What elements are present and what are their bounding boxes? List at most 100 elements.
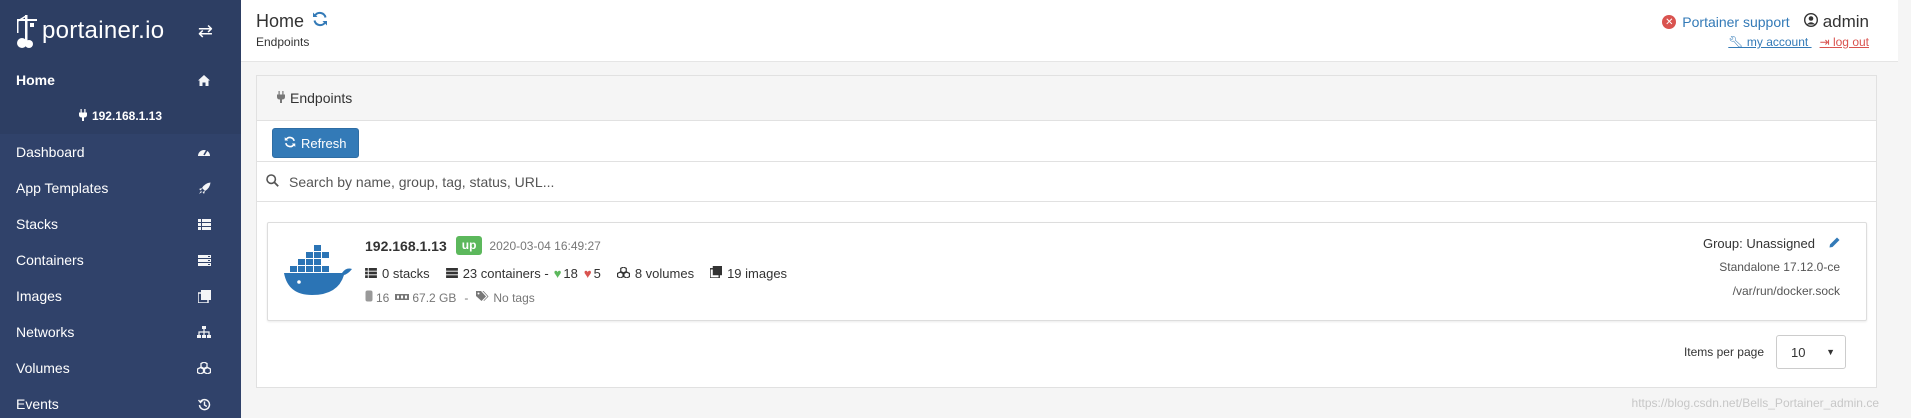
portainer-crane-icon: [17, 15, 37, 48]
endpoint-group-text: Group: Unassigned: [1702, 236, 1815, 251]
sidebar-item-label: Home: [16, 72, 55, 88]
separator: -: [464, 290, 469, 305]
heartbeat-unhealthy-icon: ♥: [583, 266, 592, 281]
tags-text: No tags: [493, 290, 535, 305]
endpoint-card[interactable]: 192.168.1.13 up 2020-03-04 16:49:27 0 st…: [267, 222, 1867, 321]
watermark: https://blog.csdn.net/Bells_Portainer_ad…: [1631, 396, 1879, 410]
refresh-label: Refresh: [301, 135, 347, 151]
log-out-label: log out: [1832, 35, 1869, 49]
list-icon: [195, 218, 213, 230]
cubes-icon: [195, 362, 213, 374]
endpoint-resources: 16 67.2 GB - No tags: [365, 290, 535, 305]
support-link[interactable]: ✕ Portainer support: [1662, 14, 1790, 30]
sidebar-item-containers[interactable]: Containers: [0, 242, 241, 278]
user-area: ✕ Portainer support admin 🔧︎ my account …: [1662, 12, 1869, 49]
portainer-logo[interactable]: portainer.io: [14, 13, 164, 49]
docker-icon: [282, 241, 354, 300]
pagination: Items per page 10 ▼: [1684, 335, 1846, 369]
server-icon: [195, 254, 213, 266]
tachometer-icon: [195, 146, 213, 158]
sidebar-item-events[interactable]: Events: [0, 386, 241, 418]
caret-down-icon: ▼: [1826, 347, 1835, 357]
swap-icon[interactable]: ⇄: [198, 21, 213, 42]
status-badge: up: [455, 236, 483, 255]
sidebar-endpoint: 192.168.1.13: [0, 98, 241, 134]
page-title: Home: [256, 11, 328, 32]
sidebar-item-networks[interactable]: Networks: [0, 314, 241, 350]
endpoint-name: 192.168.1.13: [365, 237, 447, 254]
endpoint-version: Standalone 17.12.0-ce: [1719, 260, 1840, 274]
sidebar-item-home[interactable]: Home: [0, 62, 241, 98]
volumes-stat: 8 volumes: [616, 266, 694, 281]
cpu-icon: [365, 290, 373, 305]
sidebar-item-label: Images: [16, 288, 62, 304]
cubes-icon: [616, 266, 630, 281]
action-bar: Refresh: [257, 121, 1876, 162]
items-per-page-value: 10: [1791, 344, 1806, 360]
items-per-page-select[interactable]: 10 ▼: [1776, 335, 1846, 369]
refresh-icon: [284, 136, 296, 151]
healthy-count: 18: [563, 266, 578, 281]
clone-icon: [709, 266, 723, 281]
stacks-count: 0 stacks: [382, 266, 430, 281]
log-out-link[interactable]: ⇥ log out: [1820, 35, 1869, 49]
images-stat: 19 images: [709, 266, 788, 281]
page-title-text: Home: [256, 11, 305, 31]
refresh-button[interactable]: Refresh: [272, 128, 359, 158]
page-edge: [1898, 0, 1911, 418]
tags-icon: [476, 290, 490, 305]
sidebar-item-label: Events: [16, 396, 59, 412]
page-header: Home Endpoints ✕ Portainer support admin…: [241, 0, 1911, 62]
my-account-link[interactable]: 🔧︎ my account: [1728, 35, 1811, 49]
brand-bar: portainer.io ⇄: [0, 0, 241, 62]
home-icon: [195, 74, 213, 87]
sidebar-item-label: Networks: [16, 324, 75, 340]
sidebar-item-app-templates[interactable]: App Templates: [0, 170, 241, 206]
heartbeat-healthy-icon: ♥: [553, 266, 562, 281]
images-count: 19 images: [727, 266, 788, 281]
stacks-stat: 0 stacks: [365, 266, 430, 281]
endpoint-stats: 0 stacks 23 containers - ♥ 18 ♥ 5 8 volu…: [365, 266, 803, 281]
close-circle-icon: ✕: [1662, 15, 1677, 29]
containers-stat: 23 containers - ♥ 18 ♥ 5: [445, 266, 601, 281]
panel-header: Endpoints: [257, 76, 1876, 121]
items-per-page-label: Items per page: [1683, 345, 1764, 359]
endpoint-details: Group: Unassigned Standalone 17.12.0-ce …: [1703, 236, 1840, 298]
support-label: Portainer support: [1682, 14, 1790, 30]
sidebar-item-dashboard[interactable]: Dashboard: [0, 134, 241, 170]
refresh-icon[interactable]: [312, 11, 328, 32]
plug-icon: [277, 90, 285, 106]
sidebar-item-images[interactable]: Images: [0, 278, 241, 314]
unhealthy-count: 5: [593, 266, 601, 281]
rocket-icon: [195, 182, 213, 195]
sidebar: portainer.io ⇄ Home 192.168.1.13 Dashboa…: [0, 0, 241, 418]
user-circle-icon: [1803, 12, 1818, 32]
sidebar-item-label: App Templates: [16, 180, 109, 196]
sidebar-endpoint-name: 192.168.1.13: [91, 109, 163, 123]
sidebar-item-label: Volumes: [16, 360, 70, 376]
search-input[interactable]: [289, 173, 1089, 190]
sidebar-item-label: Dashboard: [16, 144, 85, 160]
plug-icon: [78, 108, 87, 124]
endpoint-url: /var/run/docker.sock: [1732, 284, 1840, 298]
sign-out-icon: ⇥: [1819, 35, 1830, 49]
sidebar-item-volumes[interactable]: Volumes: [0, 350, 241, 386]
endpoints-panel: Endpoints Refresh Search by name, group,…: [256, 75, 1877, 388]
search-bar: [257, 162, 1876, 202]
containers-count: 23 containers -: [462, 266, 549, 281]
user-name: admin: [1803, 12, 1869, 32]
memory-icon: [395, 291, 410, 305]
sitemap-icon: [195, 326, 213, 338]
endpoint-title-row: 192.168.1.13 up 2020-03-04 16:49:27: [365, 236, 601, 255]
search-icon: [266, 173, 279, 190]
my-account-label: my account: [1743, 35, 1812, 49]
history-icon: [195, 398, 213, 411]
sidebar-item-stacks[interactable]: Stacks: [0, 206, 241, 242]
user-name-text: admin: [1822, 12, 1869, 31]
wrench-icon: 🔧︎: [1728, 35, 1744, 49]
pencil-icon[interactable]: [1829, 236, 1840, 251]
endpoint-group: Group: Unassigned: [1703, 236, 1840, 251]
clone-icon: [195, 289, 213, 303]
cpu-count: 16: [376, 290, 390, 305]
endpoint-timestamp: 2020-03-04 16:49:27: [489, 238, 601, 253]
